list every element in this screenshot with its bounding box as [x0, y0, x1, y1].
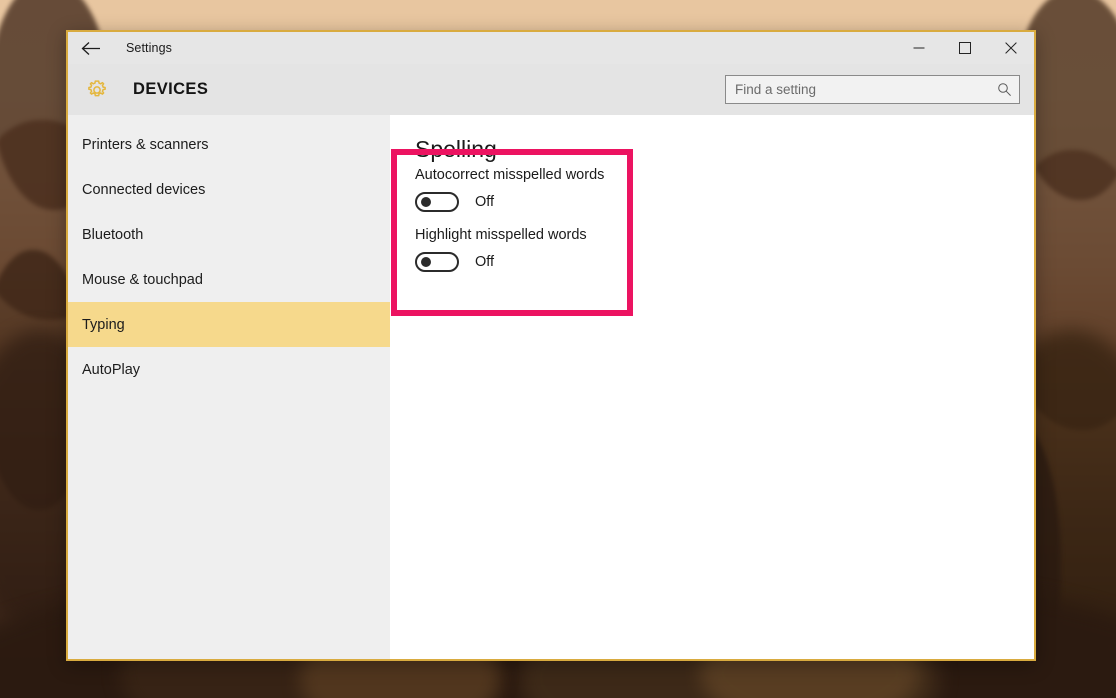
sidebar-item-label: Bluetooth	[82, 226, 144, 243]
sidebar-item-label: Printers & scanners	[82, 136, 209, 153]
back-arrow-icon[interactable]	[68, 32, 114, 64]
setting-highlight-misspelled-words: Highlight misspelled words Off	[415, 227, 615, 272]
toggle-line: Off	[415, 192, 615, 212]
sidebar-item-label: Typing	[82, 316, 125, 333]
toggle-state-label: Off	[475, 254, 495, 270]
highlight-misspelled-words-toggle[interactable]	[415, 252, 459, 272]
setting-label: Autocorrect misspelled words	[415, 167, 605, 183]
sidebar-nav: Printers & scanners Connected devices Bl…	[68, 115, 390, 659]
sidebar-item-label: Connected devices	[82, 181, 206, 198]
spelling-settings-group: Autocorrect misspelled words Off Highlig…	[415, 167, 615, 272]
search-box[interactable]	[725, 75, 1020, 104]
toggle-line: Off	[415, 252, 615, 272]
sidebar-item-printers-scanners[interactable]: Printers & scanners	[68, 122, 390, 167]
toggle-state-label: Off	[475, 194, 495, 210]
sidebar-item-label: Mouse & touchpad	[82, 271, 203, 288]
app-header: DEVICES	[68, 64, 1034, 115]
sidebar-item-autoplay[interactable]: AutoPlay	[68, 347, 390, 392]
gear-icon	[82, 75, 112, 105]
sidebar-item-bluetooth[interactable]: Bluetooth	[68, 212, 390, 257]
toggle-knob	[421, 257, 431, 267]
window-title: Settings	[126, 41, 172, 55]
sidebar-item-connected-devices[interactable]: Connected devices	[68, 167, 390, 212]
autocorrect-misspelled-words-toggle[interactable]	[415, 192, 459, 212]
toggle-knob	[421, 197, 431, 207]
page-title: DEVICES	[133, 80, 209, 98]
sidebar-item-label: AutoPlay	[82, 361, 141, 378]
search-input[interactable]	[735, 82, 997, 97]
window-controls	[896, 32, 1034, 64]
maximize-icon[interactable]	[942, 32, 988, 64]
setting-label: Highlight misspelled words	[415, 227, 587, 243]
settings-window: Settings DEVICES Find a setting Printers…	[66, 30, 1036, 661]
minimize-icon[interactable]	[896, 32, 942, 64]
setting-autocorrect-misspelled-words: Autocorrect misspelled words Off	[415, 167, 615, 212]
sidebar-item-mouse-touchpad[interactable]: Mouse & touchpad	[68, 257, 390, 302]
title-bar: Settings	[68, 32, 1034, 64]
window-body: Printers & scanners Connected devices Bl…	[68, 115, 1034, 659]
close-icon[interactable]	[988, 32, 1034, 64]
search-icon	[997, 82, 1012, 97]
content-pane: Spelling Autocorrect misspelled words Of…	[390, 115, 1034, 659]
sidebar-item-typing[interactable]: Typing	[68, 302, 390, 347]
